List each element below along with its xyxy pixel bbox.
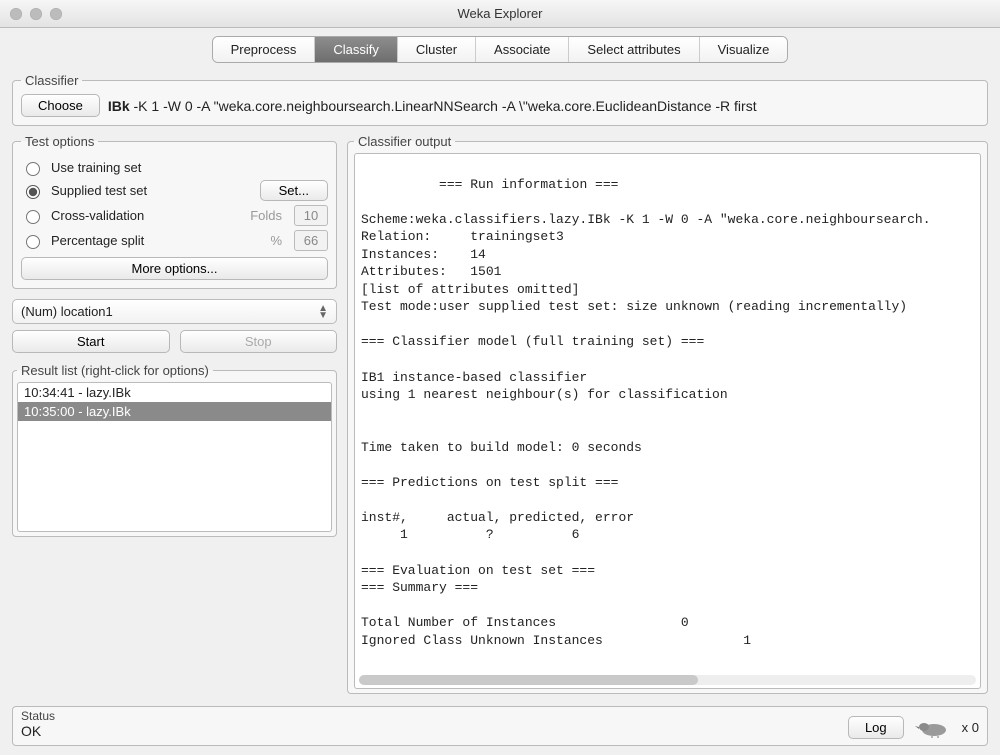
classifier-algo-name: IBk bbox=[108, 98, 130, 114]
result-list-panel: Result list (right-click for options) 10… bbox=[12, 363, 337, 537]
tab-select-attributes[interactable]: Select attributes bbox=[569, 37, 699, 62]
result-list-item[interactable]: 10:34:41 - lazy.IBk bbox=[18, 383, 331, 402]
log-button[interactable]: Log bbox=[848, 716, 904, 739]
classifier-algo-args: -K 1 -W 0 -A "weka.core.neighboursearch.… bbox=[130, 98, 757, 114]
label-percentage-split: Percentage split bbox=[51, 233, 230, 248]
input-percentage[interactable]: 66 bbox=[294, 230, 328, 251]
scrollbar-thumb[interactable] bbox=[359, 675, 698, 685]
classifier-output-legend: Classifier output bbox=[354, 134, 455, 149]
dropdown-arrows-icon: ▲▼ bbox=[318, 305, 328, 319]
status-legend: Status bbox=[21, 709, 55, 723]
output-text-content: === Run information === Scheme:weka.clas… bbox=[361, 177, 931, 648]
stop-button[interactable]: Stop bbox=[180, 330, 338, 353]
choose-classifier-button[interactable]: Choose bbox=[21, 94, 100, 117]
test-options-legend: Test options bbox=[21, 134, 98, 149]
label-folds: Folds bbox=[238, 208, 282, 223]
label-cross-validation: Cross-validation bbox=[51, 208, 230, 223]
class-attribute-value: (Num) location1 bbox=[21, 304, 113, 319]
result-list[interactable]: 10:34:41 - lazy.IBk10:35:00 - lazy.IBk bbox=[17, 382, 332, 532]
tab-associate[interactable]: Associate bbox=[476, 37, 569, 62]
label-supplied-test-set: Supplied test set bbox=[51, 183, 252, 198]
input-folds[interactable]: 10 bbox=[294, 205, 328, 226]
titlebar: Weka Explorer bbox=[0, 0, 1000, 28]
output-horizontal-scrollbar[interactable] bbox=[359, 675, 976, 685]
test-options-panel: Test options Use training set Supplied t… bbox=[12, 134, 337, 289]
tab-preprocess[interactable]: Preprocess bbox=[213, 37, 316, 62]
result-list-legend: Result list (right-click for options) bbox=[17, 363, 213, 378]
weka-bird-icon bbox=[914, 718, 952, 738]
tab-classify[interactable]: Classify bbox=[315, 37, 398, 62]
label-use-training-set: Use training set bbox=[51, 160, 328, 175]
classifier-legend: Classifier bbox=[21, 73, 82, 88]
result-list-item[interactable]: 10:35:00 - lazy.IBk bbox=[18, 402, 331, 421]
radio-cross-validation[interactable] bbox=[26, 210, 40, 224]
classifier-panel: Classifier Choose IBk -K 1 -W 0 -A "weka… bbox=[12, 73, 988, 126]
main-tabbar: Preprocess Classify Cluster Associate Se… bbox=[0, 36, 1000, 63]
set-test-set-button[interactable]: Set... bbox=[260, 180, 328, 201]
radio-supplied-test-set[interactable] bbox=[26, 185, 40, 199]
tab-visualize[interactable]: Visualize bbox=[700, 37, 788, 62]
class-attribute-select[interactable]: (Num) location1 ▲▼ bbox=[12, 299, 337, 324]
start-button[interactable]: Start bbox=[12, 330, 170, 353]
status-bar: Status OK Log x 0 bbox=[12, 706, 988, 746]
label-percent: % bbox=[238, 233, 282, 248]
window-title: Weka Explorer bbox=[0, 6, 1000, 21]
classifier-output-panel: Classifier output === Run information ==… bbox=[347, 134, 988, 694]
status-value: OK bbox=[21, 723, 55, 739]
radio-percentage-split[interactable] bbox=[26, 235, 40, 249]
radio-use-training-set[interactable] bbox=[26, 162, 40, 176]
classifier-output-text[interactable]: === Run information === Scheme:weka.clas… bbox=[354, 153, 981, 689]
classifier-command-line[interactable]: IBk -K 1 -W 0 -A "weka.core.neighboursea… bbox=[108, 98, 979, 114]
status-counter: x 0 bbox=[962, 720, 979, 735]
tab-cluster[interactable]: Cluster bbox=[398, 37, 476, 62]
more-options-button[interactable]: More options... bbox=[21, 257, 328, 280]
